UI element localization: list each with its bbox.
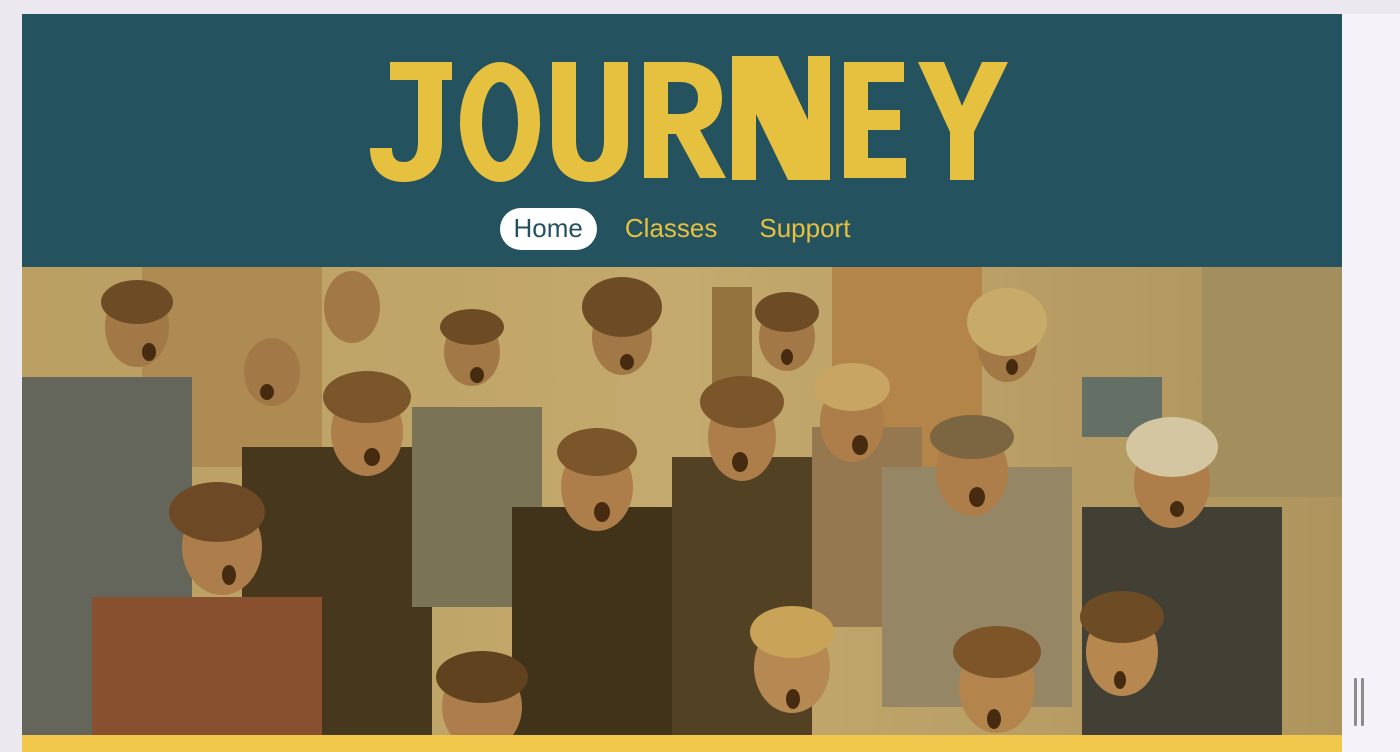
page: Home Classes Support (22, 14, 1342, 752)
nav-item-support[interactable]: Support (745, 208, 864, 249)
nav-item-home[interactable]: Home (499, 208, 597, 250)
resize-handle[interactable] (1354, 678, 1366, 726)
main-nav: Home Classes Support (22, 207, 1342, 251)
nav-item-classes[interactable]: Classes (611, 208, 731, 249)
journey-logo-wordmark (370, 56, 1008, 182)
site-logo[interactable] (352, 42, 1012, 182)
group-photo-image (22, 267, 1342, 735)
hero-image (22, 267, 1342, 735)
content-band (22, 735, 1342, 752)
window-gutter (1342, 14, 1400, 752)
site-header: Home Classes Support (22, 14, 1342, 267)
